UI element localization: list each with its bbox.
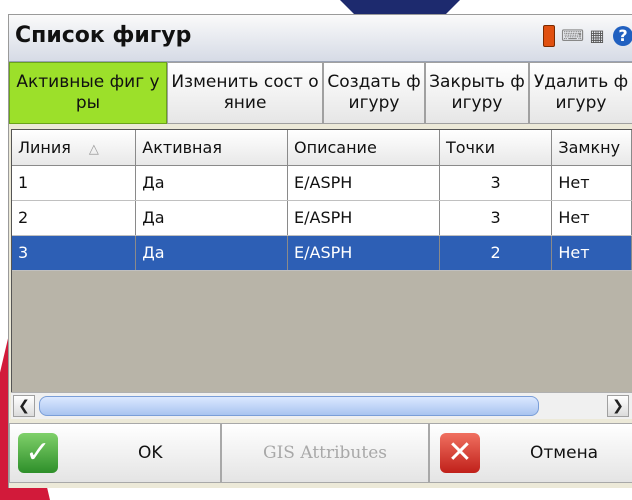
horizontal-scrollbar[interactable]: ❮ ❯ xyxy=(11,392,632,419)
column-header-points[interactable]: Точки xyxy=(439,130,553,166)
table-row-selected[interactable]: 3 Да E/ASPH 2 Нет xyxy=(12,235,632,271)
change-state-button[interactable]: Изменить сост ояние xyxy=(167,62,323,124)
delete-figure-button[interactable]: Удалить фигуру xyxy=(529,62,632,124)
scroll-thumb[interactable] xyxy=(39,396,539,416)
battery-icon[interactable] xyxy=(543,25,555,47)
cell-points: 2 xyxy=(439,235,553,271)
column-header-closed[interactable]: Замкну xyxy=(551,130,632,166)
gis-attributes-label: GIS Attributes xyxy=(263,443,387,463)
cell-closed: Нет xyxy=(551,200,632,236)
cancel-button[interactable]: ✕ Отмена xyxy=(429,423,632,483)
cell-description: E/ASPH xyxy=(287,165,440,201)
sort-ascending-icon: △ xyxy=(88,141,99,157)
system-tray: ⌨ ▦ ? xyxy=(543,25,632,47)
scroll-right-icon[interactable]: ❯ xyxy=(607,395,629,417)
cell-line: 3 xyxy=(12,235,137,271)
cell-points: 3 xyxy=(439,165,553,201)
toolbar: Активные фиг уры Изменить сост ояние Соз… xyxy=(9,62,632,126)
cell-description: E/ASPH xyxy=(287,235,440,271)
scroll-left-icon[interactable]: ❮ xyxy=(13,395,35,417)
cell-active: Да xyxy=(135,200,289,236)
cell-points: 3 xyxy=(439,200,553,236)
bottom-bar: ✓ OK GIS Attributes ✕ Отмена xyxy=(9,423,632,488)
figures-grid[interactable]: Линия △ Активная Описание Точки Замкну 1 … xyxy=(11,129,632,405)
cell-active: Да xyxy=(135,235,289,271)
cell-line: 2 xyxy=(12,200,137,236)
gis-attributes-button: GIS Attributes xyxy=(221,423,429,483)
cell-active: Да xyxy=(135,165,289,201)
check-icon: ✓ xyxy=(18,433,58,473)
table-header-row: Линия △ Активная Описание Точки Замкну xyxy=(12,130,632,166)
table-row[interactable]: 2 Да E/ASPH 3 Нет xyxy=(12,200,632,236)
ok-button[interactable]: ✓ OK xyxy=(9,423,221,483)
column-header-active[interactable]: Активная xyxy=(135,130,289,166)
column-header-description[interactable]: Описание xyxy=(287,130,440,166)
close-icon: ✕ xyxy=(440,433,480,473)
title-bar: Список фигур ⌨ ▦ ? xyxy=(9,15,632,62)
create-figure-button[interactable]: Создать фигуру xyxy=(323,62,425,124)
table-row[interactable]: 1 Да E/ASPH 3 Нет xyxy=(12,165,632,201)
cell-closed: Нет xyxy=(551,165,632,201)
cell-line: 1 xyxy=(12,165,137,201)
cancel-label: Отмена xyxy=(530,443,599,463)
cell-description: E/ASPH xyxy=(287,200,440,236)
column-header-line[interactable]: Линия △ xyxy=(12,130,137,166)
help-icon[interactable]: ? xyxy=(613,26,632,46)
ok-label: OK xyxy=(138,443,163,463)
cell-closed: Нет xyxy=(551,235,632,271)
figures-table: Линия △ Активная Описание Точки Замкну 1 … xyxy=(12,130,632,271)
window-title: Список фигур xyxy=(15,23,192,48)
active-figures-button[interactable]: Активные фиг уры xyxy=(9,62,167,124)
grid-icon[interactable]: ▦ xyxy=(587,25,607,47)
keyboard-icon[interactable]: ⌨ xyxy=(561,25,584,47)
app-window: Список фигур ⌨ ▦ ? Активные фиг уры Изме… xyxy=(8,14,632,488)
close-figure-button[interactable]: Закрыть фигуру xyxy=(425,62,529,124)
